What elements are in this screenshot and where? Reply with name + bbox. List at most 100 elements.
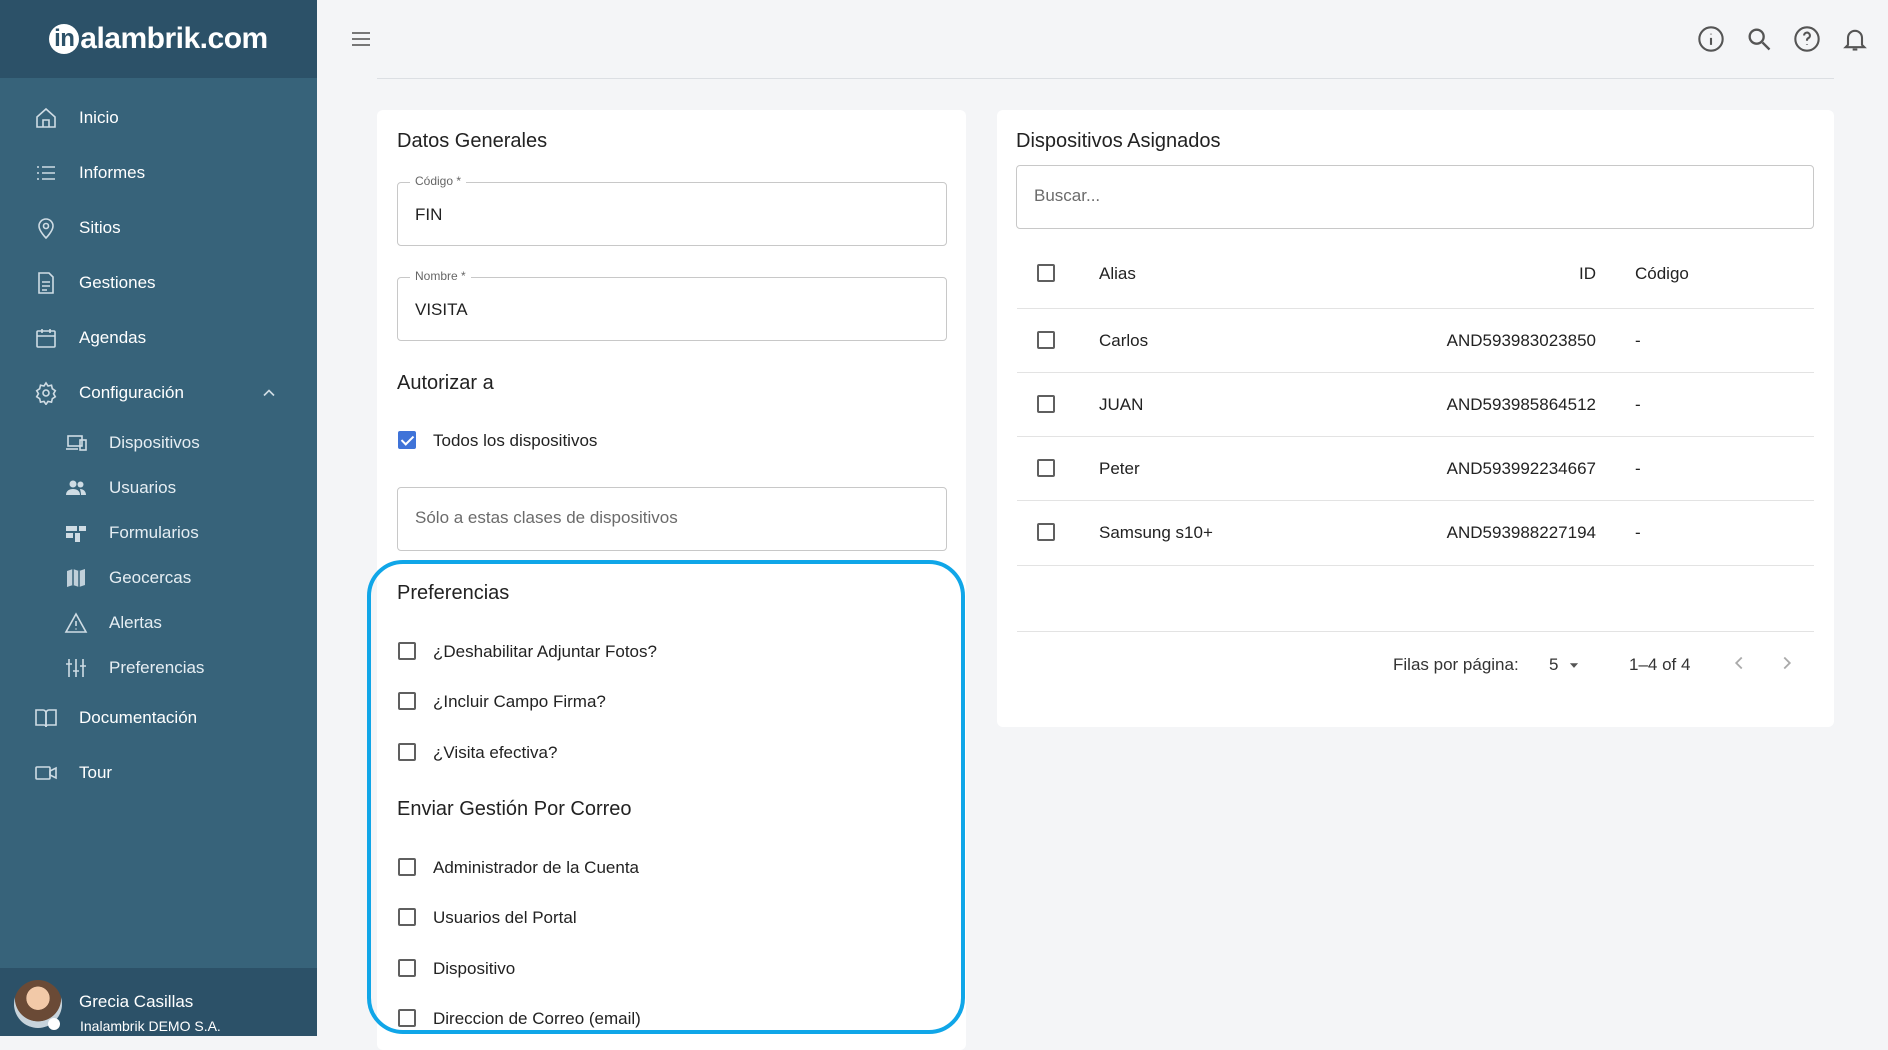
select-all-checkbox[interactable] bbox=[1037, 264, 1055, 282]
sidebar-item-gestiones[interactable]: Gestiones bbox=[0, 261, 317, 305]
todos-checkbox[interactable] bbox=[398, 431, 416, 449]
sidebar-item-documentacion[interactable]: Documentación bbox=[0, 696, 317, 740]
cell-id: AND593985864512 bbox=[1446, 395, 1596, 414]
cell-codigo: - bbox=[1635, 395, 1641, 414]
column-header-id[interactable]: ID bbox=[1579, 264, 1596, 284]
rows-per-page-value: 5 bbox=[1549, 655, 1559, 674]
sidebar-item-geocercas[interactable]: Geocercas bbox=[0, 556, 317, 600]
list-icon bbox=[37, 166, 55, 180]
row-divider bbox=[1017, 436, 1814, 437]
row-checkbox[interactable] bbox=[1037, 331, 1055, 349]
sidebar-item-label: Sitios bbox=[79, 218, 121, 237]
chevron-up-icon[interactable] bbox=[259, 383, 279, 403]
sidebar-item-inicio[interactable]: Inicio bbox=[0, 96, 317, 140]
chevron-left-icon[interactable] bbox=[1728, 652, 1750, 674]
logo[interactable]: in alambrik.com bbox=[49, 22, 268, 56]
correo-checkbox-email[interactable] bbox=[398, 1009, 416, 1027]
cell-alias: Carlos bbox=[1099, 331, 1149, 350]
rows-per-page-label: Filas por página: bbox=[1393, 655, 1519, 674]
document-icon bbox=[38, 272, 54, 294]
video-icon bbox=[35, 766, 57, 780]
preferencias-title: Preferencias bbox=[397, 582, 510, 604]
pref-label: ¿Visita efectiva? bbox=[433, 743, 558, 762]
codigo-value: FIN bbox=[415, 205, 443, 224]
user-org: Inalambrik DEMO S.A. bbox=[80, 1018, 221, 1034]
sidebar-item-label: Preferencias bbox=[109, 658, 205, 677]
sidebar-item-tour[interactable]: Tour bbox=[0, 751, 317, 795]
sidebar-item-agendas[interactable]: Agendas bbox=[0, 316, 317, 360]
header-divider bbox=[377, 78, 1834, 79]
cell-codigo: - bbox=[1635, 459, 1641, 478]
devices-search-input[interactable]: Buscar... bbox=[1016, 165, 1814, 229]
row-checkbox[interactable] bbox=[1037, 459, 1055, 477]
sidebar-item-usuarios[interactable]: Usuarios bbox=[0, 466, 317, 510]
sidebar-item-sitios[interactable]: Sitios bbox=[0, 206, 317, 250]
cell-codigo: - bbox=[1635, 523, 1641, 542]
sidebar-item-formularios[interactable]: Formularios bbox=[0, 511, 317, 555]
search-placeholder: Buscar... bbox=[1034, 186, 1101, 205]
sidebar: in alambrik.com Inicio Informes Sitios Ge… bbox=[0, 0, 317, 1036]
search-icon[interactable] bbox=[1745, 24, 1773, 54]
correo-checkbox-dispositivo[interactable] bbox=[398, 959, 416, 977]
codigo-field[interactable]: Código * FIN bbox=[397, 174, 947, 246]
pref-label: ¿Deshabilitar Adjuntar Fotos? bbox=[433, 642, 657, 661]
general-title: Datos Generales bbox=[397, 130, 548, 152]
cell-alias: Samsung s10+ bbox=[1099, 523, 1213, 542]
table-footer-divider bbox=[1017, 631, 1814, 632]
sidebar-item-label: Formularios bbox=[109, 523, 199, 542]
warning-icon bbox=[64, 612, 88, 633]
hamburger-menu-icon[interactable] bbox=[349, 27, 373, 51]
autorizar-title: Autorizar a bbox=[397, 372, 494, 394]
nombre-field[interactable]: Nombre * VISITA bbox=[397, 269, 947, 341]
caret-down-icon bbox=[1569, 663, 1579, 668]
user-profile[interactable]: Grecia Casillas Inalambrik DEMO S.A. bbox=[0, 968, 317, 1036]
sidebar-item-preferencias[interactable]: Preferencias bbox=[0, 646, 317, 690]
correo-title: Enviar Gestión Por Correo bbox=[397, 798, 632, 820]
logo-bar: in alambrik.com bbox=[0, 0, 317, 78]
pref-checkbox-fotos[interactable] bbox=[398, 642, 416, 660]
users-icon bbox=[66, 480, 86, 495]
chevron-right-icon[interactable] bbox=[1776, 652, 1798, 674]
sidebar-item-label: Informes bbox=[79, 163, 146, 182]
home-icon bbox=[36, 107, 56, 128]
clases-placeholder: Sólo a estas clases de dispositivos bbox=[415, 508, 678, 527]
sidebar-item-label: Inicio bbox=[79, 108, 119, 127]
calendar-icon bbox=[36, 329, 56, 348]
help-icon[interactable] bbox=[1793, 24, 1821, 54]
bell-icon[interactable] bbox=[1841, 24, 1869, 54]
cell-id: AND593983023850 bbox=[1446, 331, 1596, 350]
pref-label: ¿Incluir Campo Firma? bbox=[433, 692, 606, 711]
sidebar-item-dispositivos[interactable]: Dispositivos bbox=[0, 421, 317, 465]
sidebar-item-informes[interactable]: Informes bbox=[0, 151, 317, 195]
cell-alias: Peter bbox=[1099, 459, 1140, 478]
rows-per-page-select[interactable]: 5 bbox=[1549, 652, 1589, 678]
pref-checkbox-firma[interactable] bbox=[398, 692, 416, 710]
gear-icon bbox=[35, 381, 57, 405]
correo-checkbox-usuarios[interactable] bbox=[398, 908, 416, 926]
clases-select[interactable]: Sólo a estas clases de dispositivos bbox=[397, 487, 947, 551]
correo-label: Dispositivo bbox=[433, 959, 516, 978]
sidebar-item-label: Configuración bbox=[79, 383, 184, 402]
sidebar-item-label: Tour bbox=[79, 763, 113, 782]
sliders-icon bbox=[66, 659, 86, 677]
row-checkbox[interactable] bbox=[1037, 395, 1055, 413]
column-header-codigo[interactable]: Código bbox=[1635, 264, 1689, 284]
book-icon bbox=[35, 709, 57, 728]
correo-checkbox-admin[interactable] bbox=[398, 858, 416, 876]
sidebar-item-configuracion[interactable]: Configuración bbox=[0, 371, 317, 415]
cell-alias: JUAN bbox=[1099, 395, 1144, 414]
cell-codigo: - bbox=[1635, 331, 1641, 350]
logo-letter: in bbox=[49, 24, 80, 54]
info-icon[interactable] bbox=[1697, 24, 1725, 54]
correo-label: Direccion de Correo (email) bbox=[433, 1009, 641, 1028]
cell-id: AND593988227194 bbox=[1446, 523, 1596, 542]
todos-label: Todos los dispositivos bbox=[433, 431, 598, 450]
status-dot bbox=[48, 1018, 60, 1030]
row-checkbox[interactable] bbox=[1037, 523, 1055, 541]
column-header-alias[interactable]: Alias bbox=[1099, 264, 1136, 284]
pagination-range: 1–4 of 4 bbox=[1629, 655, 1691, 674]
sidebar-item-alertas[interactable]: Alertas bbox=[0, 601, 317, 645]
sidebar-item-label: Usuarios bbox=[109, 478, 177, 497]
pref-checkbox-visita[interactable] bbox=[398, 743, 416, 761]
row-divider bbox=[1017, 500, 1814, 501]
